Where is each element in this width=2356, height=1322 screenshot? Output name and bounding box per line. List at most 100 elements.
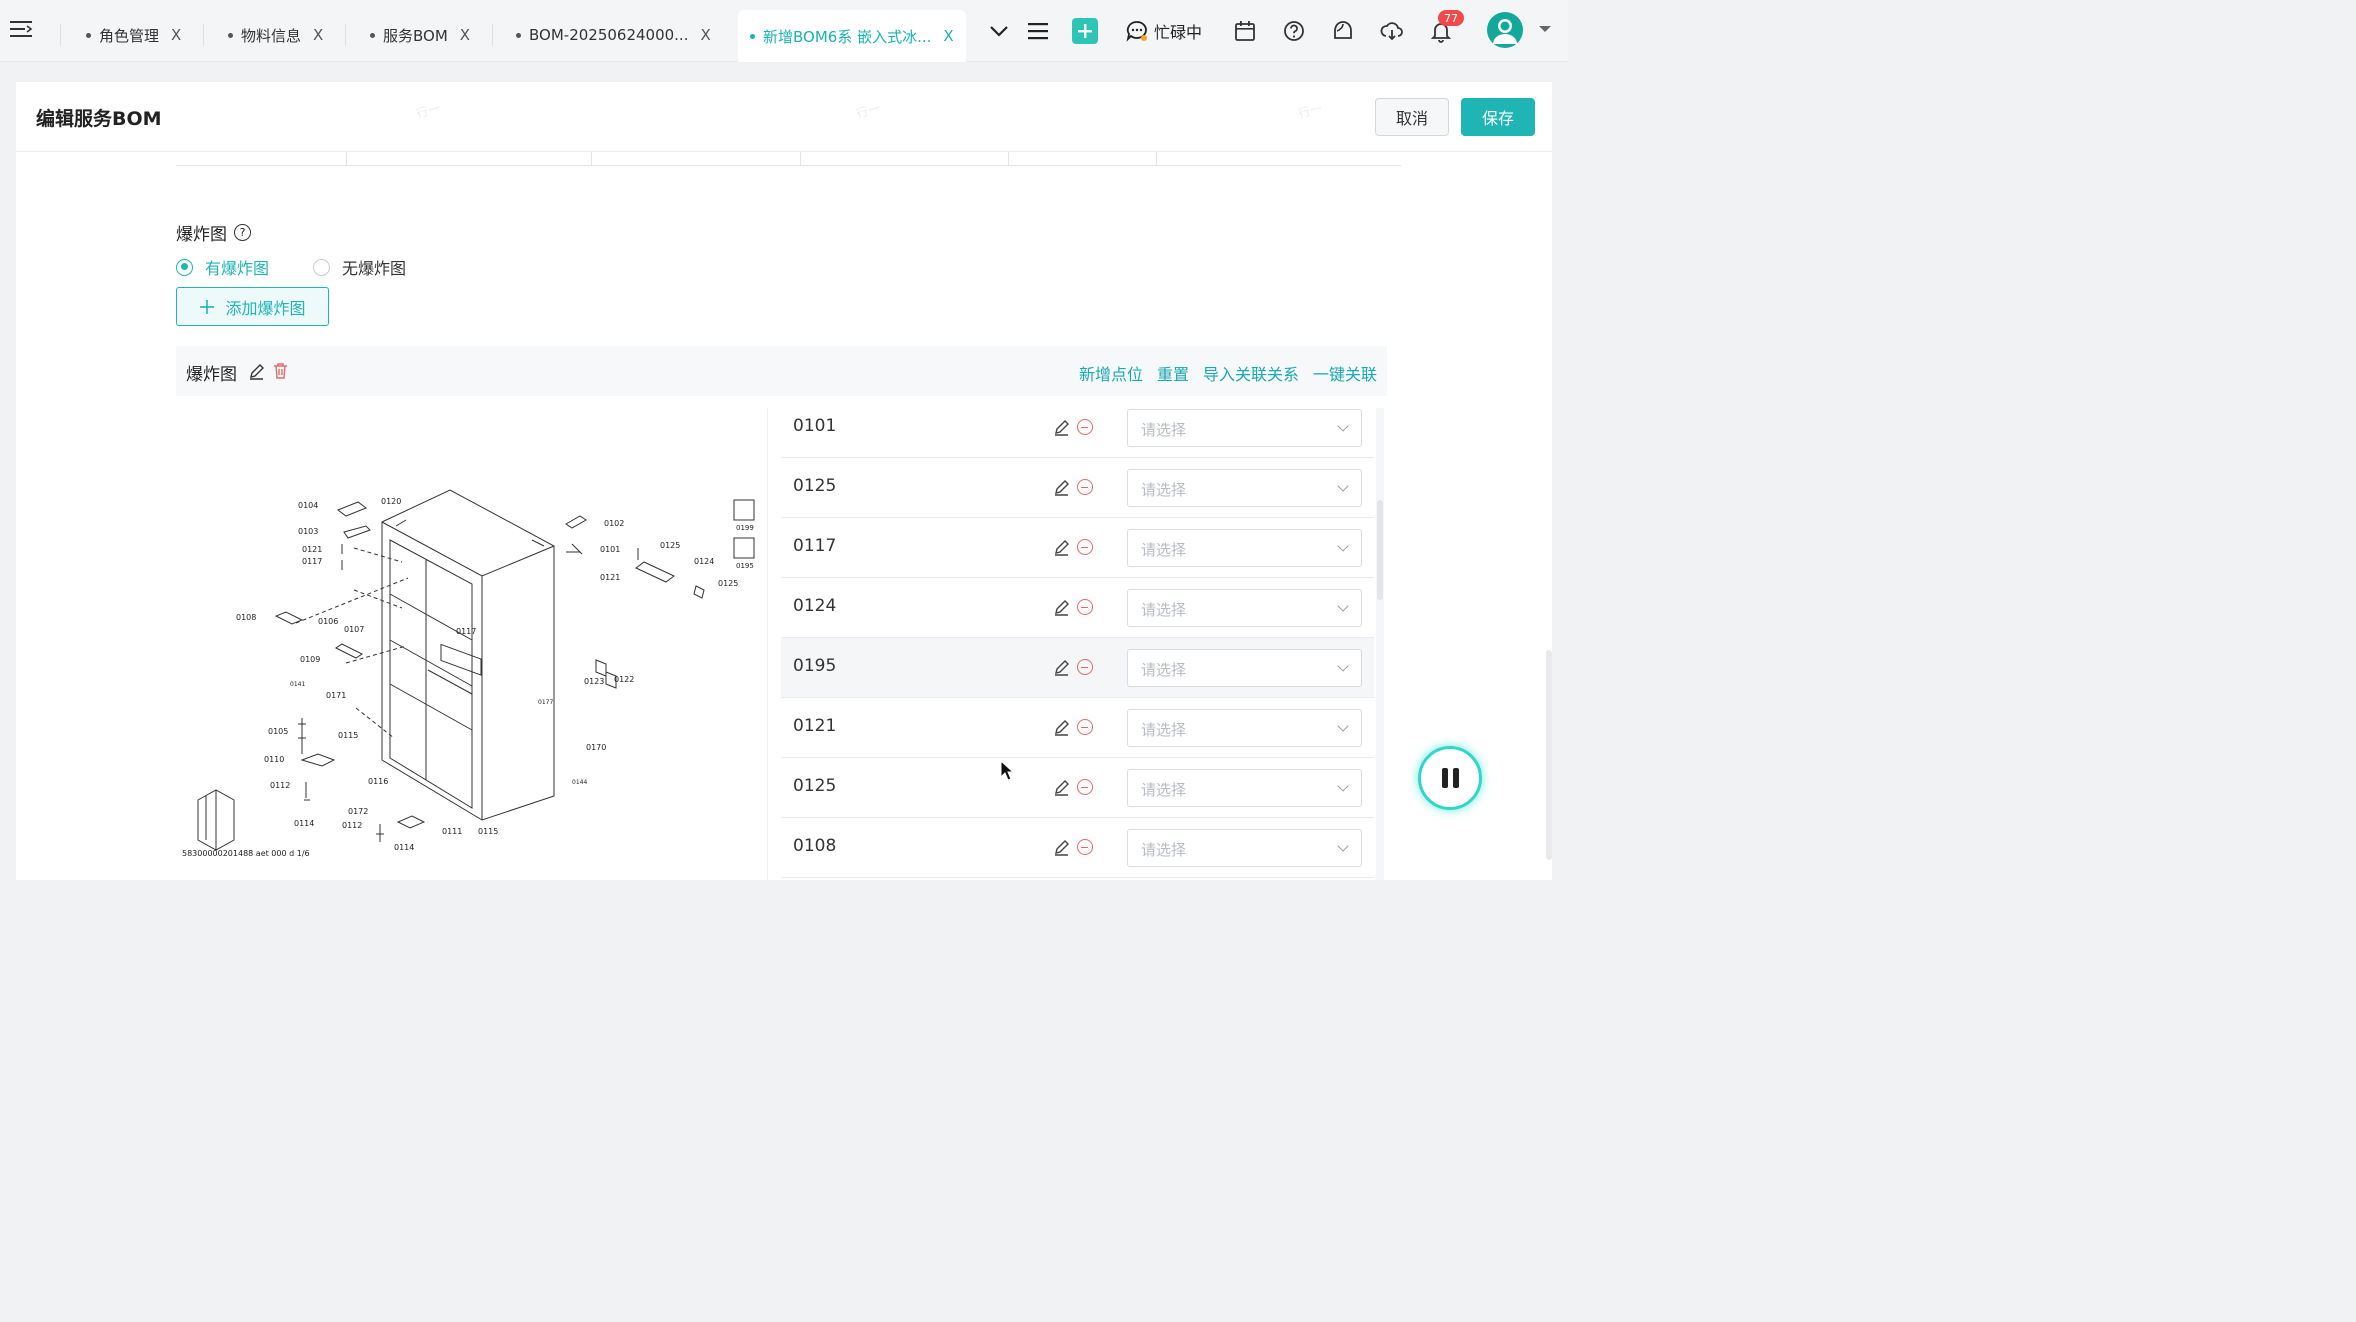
tab-close-icon[interactable]: X	[943, 27, 953, 45]
one-click-link[interactable]: 一键关联	[1313, 361, 1377, 385]
edit-pencil-icon[interactable]	[1053, 478, 1071, 496]
remove-minus-icon[interactable]	[1077, 839, 1093, 855]
remove-minus-icon[interactable]	[1077, 539, 1093, 555]
recording-pause-button[interactable]	[1418, 746, 1482, 810]
remove-minus-icon[interactable]	[1077, 419, 1093, 435]
label-0117[interactable]: 0117	[456, 627, 476, 636]
edit-pencil-icon[interactable]	[1053, 538, 1071, 556]
remove-minus-icon[interactable]	[1077, 779, 1093, 795]
label-0109[interactable]: 0109	[300, 655, 320, 664]
label-0105[interactable]: 0105	[268, 727, 288, 736]
edit-pencil-icon[interactable]	[1053, 658, 1071, 676]
tab-service-bom[interactable]: 服务BOM X	[370, 22, 470, 48]
delete-trash-icon[interactable]	[273, 362, 288, 379]
explode-diagram[interactable]: 0104 0120 0103 0121 0117 0108 0106 0107 …	[176, 408, 768, 880]
add-icon[interactable]	[1072, 18, 1098, 44]
label-0115[interactable]: 0115	[338, 731, 358, 740]
add-point-link[interactable]: 新增点位	[1079, 361, 1143, 385]
label-0103[interactable]: 0103	[298, 527, 318, 536]
label-0195[interactable]: 0195	[736, 562, 754, 570]
remove-minus-icon[interactable]	[1077, 479, 1093, 495]
radio-no-explode[interactable]	[313, 258, 331, 276]
import-relation-link[interactable]: 导入关联关系	[1203, 361, 1299, 385]
tab-close-icon[interactable]: X	[171, 26, 181, 44]
label-0114[interactable]: 0114	[294, 819, 314, 828]
label-0124[interactable]: 0124	[694, 557, 714, 566]
label-0117[interactable]: 0117	[302, 557, 322, 566]
label-0171[interactable]: 0171	[326, 691, 346, 700]
list-scrollbar-thumb[interactable]	[1377, 500, 1383, 600]
label-0121[interactable]: 0121	[302, 545, 322, 554]
label-0120[interactable]: 0120	[381, 497, 401, 506]
material-select[interactable]: 请选择	[1127, 769, 1362, 807]
label-0115[interactable]: 0115	[478, 827, 498, 836]
material-select[interactable]: 请选择	[1127, 409, 1362, 447]
edit-pencil-icon[interactable]	[1053, 718, 1071, 736]
label-0116[interactable]: 0116	[368, 777, 388, 786]
label-0108[interactable]: 0108	[236, 613, 256, 622]
tab-role-management[interactable]: 角色管理 X	[86, 22, 181, 48]
edit-pencil-icon[interactable]	[1053, 598, 1071, 616]
cancel-button[interactable]: 取消	[1375, 98, 1449, 136]
label-0125[interactable]: 0125	[718, 579, 738, 588]
tab-new-bom[interactable]: 新增BOM6系 嵌入式冰... X	[738, 10, 966, 62]
cloud-download-icon[interactable]	[1379, 18, 1405, 44]
add-explode-button[interactable]: 添加爆炸图	[176, 287, 329, 326]
label-0110[interactable]: 0110	[264, 755, 284, 764]
label-0125[interactable]: 0125	[660, 541, 680, 550]
page-scrollbar[interactable]	[1546, 650, 1552, 860]
edit-pencil-icon[interactable]	[248, 363, 265, 380]
label-0102[interactable]: 0102	[604, 519, 624, 528]
label-0114[interactable]: 0114	[394, 843, 414, 852]
tab-material-info[interactable]: 物料信息 X	[228, 22, 323, 48]
status-indicator[interactable]: 忙碌中	[1126, 18, 1202, 44]
radio-has-explode-label[interactable]: 有爆炸图	[205, 255, 269, 279]
label-0170[interactable]: 0170	[586, 743, 606, 752]
label-0112[interactable]: 0112	[342, 821, 362, 830]
label-0112[interactable]: 0112	[270, 781, 290, 790]
remove-minus-icon[interactable]	[1077, 599, 1093, 615]
material-select[interactable]: 请选择	[1127, 529, 1362, 567]
list-menu-icon[interactable]	[1025, 18, 1051, 44]
skin-theme-icon[interactable]	[1330, 18, 1356, 44]
list-scrollbar[interactable]	[1376, 408, 1384, 880]
material-select[interactable]: 请选择	[1127, 589, 1362, 627]
radio-has-explode[interactable]	[176, 258, 193, 276]
material-select[interactable]: 请选择	[1127, 649, 1362, 687]
save-button[interactable]: 保存	[1461, 98, 1535, 136]
label-0121[interactable]: 0121	[600, 573, 620, 582]
label-0104[interactable]: 0104	[298, 501, 318, 510]
label-0122[interactable]: 0122	[614, 675, 634, 684]
edit-pencil-icon[interactable]	[1053, 838, 1071, 856]
remove-minus-icon[interactable]	[1077, 659, 1093, 675]
material-select[interactable]: 请选择	[1127, 709, 1362, 747]
tab-close-icon[interactable]: X	[313, 26, 323, 44]
label-0141[interactable]: 0141	[290, 681, 305, 688]
calendar-icon[interactable]	[1232, 18, 1258, 44]
avatar[interactable]	[1487, 12, 1523, 48]
radio-no-explode-label[interactable]: 无爆炸图	[342, 255, 406, 279]
label-0144[interactable]: 0144	[572, 779, 587, 786]
label-0106[interactable]: 0106	[318, 617, 338, 626]
help-circle-icon[interactable]: ?	[234, 224, 251, 241]
tab-close-icon[interactable]: X	[700, 26, 710, 44]
label-0123[interactable]: 0123	[584, 677, 604, 686]
menu-toggle-icon[interactable]	[10, 20, 34, 40]
reset-link[interactable]: 重置	[1157, 361, 1189, 385]
label-0172[interactable]: 0172	[348, 807, 368, 816]
chevron-down-icon[interactable]	[986, 18, 1012, 44]
help-icon[interactable]	[1281, 18, 1307, 44]
label-0107[interactable]: 0107	[344, 625, 364, 634]
label-0101[interactable]: 0101	[600, 545, 620, 554]
material-select[interactable]: 请选择	[1127, 469, 1362, 507]
tab-close-icon[interactable]: X	[460, 26, 470, 44]
label-0177[interactable]: 0177	[538, 699, 553, 706]
caret-down-icon[interactable]	[1538, 24, 1552, 34]
remove-minus-icon[interactable]	[1077, 719, 1093, 735]
edit-pencil-icon[interactable]	[1053, 418, 1071, 436]
label-0199[interactable]: 0199	[736, 524, 754, 532]
tab-bom-detail[interactable]: BOM-20250624000... X	[516, 22, 711, 48]
material-select[interactable]: 请选择	[1127, 829, 1362, 867]
edit-pencil-icon[interactable]	[1053, 778, 1071, 796]
label-0111[interactable]: 0111	[442, 827, 462, 836]
